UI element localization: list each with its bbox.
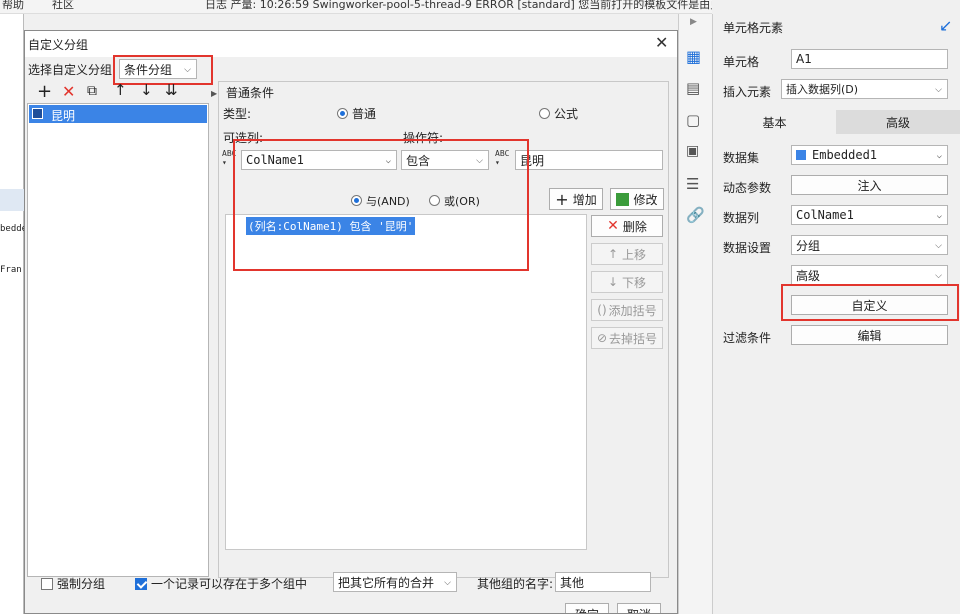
dialog-titlebar: 自定义分组 ✕: [25, 31, 677, 57]
cell-element-panel: 单元格元素 ↙ 单元格 A1 插入元素 插入数据列(D) ⌵ 基本 高级 数据集…: [712, 14, 960, 614]
chevron-down-icon: ⌵: [935, 85, 942, 95]
sheet-background: bedde Fran: [0, 14, 27, 614]
type-label: 类型:: [223, 107, 252, 121]
force-group-checkbox[interactable]: 强制分组: [41, 575, 105, 592]
advanced-select[interactable]: 高级 ⌵: [791, 265, 948, 285]
add-parenthesis-button[interactable]: () 添加括号: [591, 299, 663, 321]
radio-formula[interactable]: 公式: [539, 105, 578, 122]
move-up-button[interactable]: ↑ 上移: [591, 243, 663, 265]
group-type-select[interactable]: 条件分组 ⌵: [119, 59, 197, 79]
cell-label: 单元格: [723, 55, 760, 69]
tab-advanced[interactable]: 高级: [836, 110, 960, 134]
menu-help[interactable]: 帮助: [2, 0, 24, 12]
select-group-label: 选择自定义分组: [28, 63, 113, 77]
move-down-icon[interactable]: ↓: [140, 81, 153, 99]
cell-element-icon[interactable]: ▦: [686, 47, 701, 66]
dataset-label: 数据集: [723, 151, 760, 165]
hyperlink-icon[interactable]: 🔗: [686, 206, 705, 224]
condition-attribute-icon[interactable]: ☰: [686, 175, 699, 193]
filter-edit-button[interactable]: 编辑: [791, 325, 948, 345]
radio-normal[interactable]: 普通: [337, 105, 376, 122]
tree-item-label: 昆明: [51, 109, 76, 123]
add-condition-button[interactable]: + 增加: [549, 188, 603, 210]
other-name-label: 其他组的名字:: [477, 577, 554, 591]
other-name-input[interactable]: 其他: [555, 572, 651, 592]
cell-input[interactable]: A1: [791, 49, 948, 69]
widget-icon[interactable]: ▣: [686, 143, 699, 159]
custom-button[interactable]: 自定义: [791, 295, 948, 315]
insert-element-select[interactable]: 插入数据列(D) ⌵: [781, 79, 948, 99]
tab-basic[interactable]: 基本: [713, 110, 836, 134]
merge-select[interactable]: 把其它所有的合并 ⌵: [333, 572, 457, 592]
arrow-up-icon: ↑: [607, 247, 619, 261]
copy-icon[interactable]: ⧉: [87, 83, 97, 99]
parenthesis-icon: (): [597, 303, 607, 317]
parenthesis-remove-icon: ⊘: [596, 331, 608, 345]
close-icon[interactable]: ✕: [655, 33, 668, 52]
dataset-icon: [796, 150, 806, 160]
group-tree: 昆明: [27, 103, 209, 577]
data-column-label: 数据列: [723, 211, 760, 225]
sort-icon[interactable]: ⇊: [165, 81, 178, 99]
dynamic-param-label: 动态参数: [723, 181, 772, 195]
section-title: 普通条件: [226, 86, 275, 100]
dialog-title: 自定义分组: [28, 38, 89, 52]
pin-icon[interactable]: ↙: [939, 16, 952, 35]
tree-item[interactable]: 昆明: [29, 105, 207, 123]
move-up-icon[interactable]: ↑: [114, 81, 127, 99]
chevron-down-icon: ⌵: [184, 65, 191, 75]
highlight-box: [233, 139, 529, 271]
delete-icon[interactable]: ✕: [62, 82, 75, 101]
data-setting-select[interactable]: 分组 ⌵: [791, 235, 948, 255]
data-setting-label: 数据设置: [723, 241, 772, 255]
dynamic-param-button[interactable]: 注入: [791, 175, 948, 195]
plus-icon: +: [555, 189, 569, 209]
move-down-button[interactable]: ↓ 下移: [591, 271, 663, 293]
multi-group-checkbox[interactable]: 一个记录可以存在于多个组中: [135, 575, 307, 592]
bg-fragment: Fran: [0, 265, 22, 275]
dataset-select[interactable]: Embedded1 ⌵: [791, 145, 948, 165]
chevron-down-icon: ⌵: [935, 271, 942, 281]
modify-icon: [616, 192, 630, 206]
value-input[interactable]: 昆明: [515, 150, 663, 170]
top-toolbar: 帮助 社区 日志 产量: 10:26:59 Swingworker-pool-5…: [0, 0, 712, 14]
insert-label: 插入元素: [723, 85, 772, 99]
log-text: 日志 产量: 10:26:59 Swingworker-pool-5-threa…: [205, 0, 712, 11]
cell-attribute-icon[interactable]: ▤: [686, 79, 700, 97]
chevron-down-icon: ⌵: [936, 211, 942, 221]
delete-condition-button[interactable]: ✕ 删除: [591, 215, 663, 237]
tree-toolbar: + ✕ ⧉ ↑ ↓ ⇊: [27, 81, 209, 103]
chevron-down-icon: ⌵: [936, 151, 942, 161]
filter-label: 过滤条件: [723, 331, 772, 345]
expand-arrow-icon[interactable]: ▶: [211, 89, 217, 98]
panel-title: 单元格元素: [723, 21, 784, 35]
arrow-down-icon: ↓: [607, 275, 619, 289]
menu-community[interactable]: 社区: [52, 0, 74, 12]
modify-condition-button[interactable]: 修改: [610, 188, 664, 210]
chevron-down-icon: ⌵: [444, 578, 451, 588]
delete-icon: ✕: [607, 218, 619, 234]
remove-parenthesis-button[interactable]: ⊘ 去掉括号: [591, 327, 663, 349]
chevron-down-icon: ⌵: [935, 241, 942, 251]
cancel-button[interactable]: 取消: [617, 603, 661, 613]
custom-group-dialog: 自定义分组 ✕ 选择自定义分组 条件分组 ⌵ + ✕ ⧉ ↑ ↓ ⇊ ▶ 昆明 …: [24, 30, 678, 614]
add-icon[interactable]: +: [37, 81, 52, 102]
border-icon[interactable]: ▢: [686, 111, 700, 129]
ok-button[interactable]: 确定: [565, 603, 609, 613]
expand-arrow-icon[interactable]: ▶: [690, 17, 697, 27]
data-column-select[interactable]: ColName1 ⌵: [791, 205, 948, 225]
side-icon-strip: ▶ ▦ ▤ ▢ ▣ ☰ 🔗: [678, 14, 712, 614]
group-icon: [32, 108, 43, 119]
